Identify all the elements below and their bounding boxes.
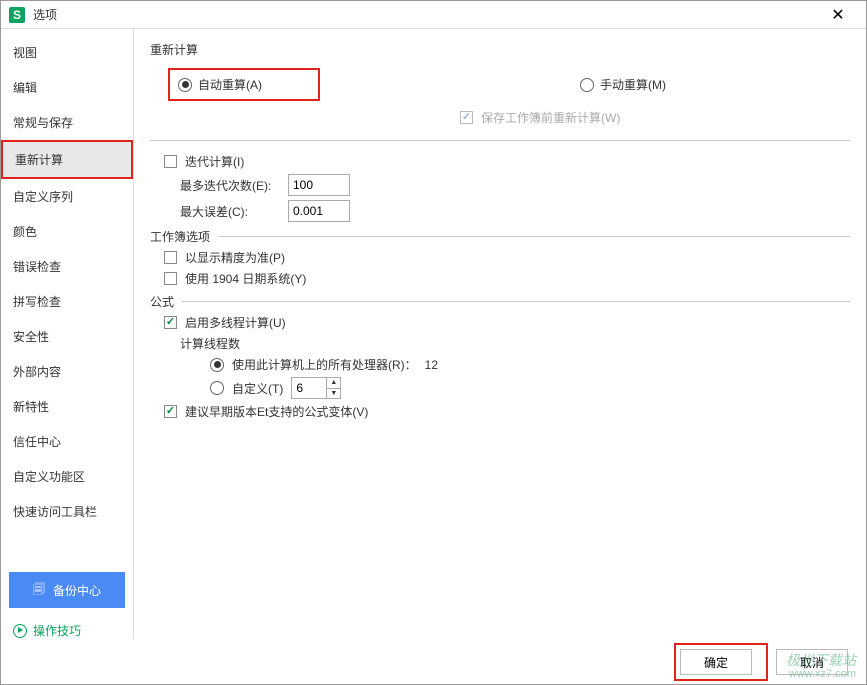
cancel-button[interactable]: 取消: [776, 649, 848, 675]
custom-threads-radio[interactable]: [210, 381, 224, 395]
compat-label: 建议早期版本Et支持的公式变体(V): [185, 403, 368, 420]
sidebar-item-external[interactable]: 外部内容: [1, 354, 133, 389]
tips-link[interactable]: 操作技巧: [13, 622, 121, 639]
manual-recalc-radio[interactable]: [580, 78, 594, 92]
sidebar-item-custom-list[interactable]: 自定义序列: [1, 179, 133, 214]
backup-icon: 🗐: [33, 580, 45, 601]
date1904-label: 使用 1904 日期系统(Y): [185, 270, 306, 287]
multithread-checkbox[interactable]: [164, 316, 177, 329]
precision-checkbox[interactable]: [164, 251, 177, 264]
sidebar: 视图 编辑 常规与保存 重新计算 自定义序列 颜色 错误检查 拼写检查 安全性 …: [1, 29, 134, 639]
proc-count: 12: [425, 358, 438, 372]
spin-up-icon[interactable]: ▲: [327, 378, 340, 389]
tips-label: 操作技巧: [33, 622, 81, 639]
sidebar-item-quick-access[interactable]: 快速访问工具栏: [1, 494, 133, 529]
sidebar-item-color[interactable]: 颜色: [1, 214, 133, 249]
spin-down-icon[interactable]: ▼: [327, 389, 340, 399]
window-title: 选项: [33, 6, 818, 23]
save-recalc-checkbox: [460, 111, 473, 124]
custom-threads-input[interactable]: [292, 378, 326, 398]
sidebar-item-new-features[interactable]: 新特性: [1, 389, 133, 424]
save-recalc-label: 保存工作簿前重新计算(W): [481, 109, 620, 126]
sidebar-item-view[interactable]: 视图: [1, 35, 133, 70]
max-iter-input[interactable]: [288, 174, 350, 196]
sidebar-item-spell-check[interactable]: 拼写检查: [1, 284, 133, 319]
workbook-legend: 工作簿选项: [150, 228, 218, 245]
content-panel: 重新计算 自动重算(A) 手动重算(M) 保存工作簿前重新计算(W) 迭代计算(…: [134, 29, 866, 639]
app-icon: S: [9, 7, 25, 23]
sidebar-item-custom-ribbon[interactable]: 自定义功能区: [1, 459, 133, 494]
sidebar-item-recalc[interactable]: 重新计算: [1, 140, 133, 179]
custom-threads-label: 自定义(T): [232, 380, 283, 397]
sidebar-item-trust-center[interactable]: 信任中心: [1, 424, 133, 459]
all-proc-label: 使用此计算机上的所有处理器(R)：: [232, 356, 417, 373]
iter-label: 迭代计算(I): [185, 153, 244, 170]
auto-recalc-radio[interactable]: [178, 78, 192, 92]
sidebar-item-edit[interactable]: 编辑: [1, 70, 133, 105]
backup-center-button[interactable]: 🗐 备份中心: [9, 572, 125, 608]
sidebar-item-general-save[interactable]: 常规与保存: [1, 105, 133, 140]
date1904-checkbox[interactable]: [164, 272, 177, 285]
max-err-label: 最大误差(C):: [180, 203, 280, 220]
precision-label: 以显示精度为准(P): [185, 249, 285, 266]
sidebar-item-security[interactable]: 安全性: [1, 319, 133, 354]
multithread-label: 启用多线程计算(U): [185, 314, 286, 331]
close-button[interactable]: ✕: [818, 1, 858, 29]
custom-threads-stepper[interactable]: ▲▼: [291, 377, 341, 399]
recalc-section-title: 重新计算: [150, 41, 850, 58]
all-proc-radio[interactable]: [210, 358, 224, 372]
play-icon: [13, 624, 27, 638]
max-err-input[interactable]: [288, 200, 350, 222]
backup-label: 备份中心: [53, 582, 101, 599]
auto-recalc-label: 自动重算(A): [198, 76, 262, 93]
sidebar-item-error-check[interactable]: 错误检查: [1, 249, 133, 284]
max-iter-label: 最多迭代次数(E):: [180, 177, 280, 194]
ok-button[interactable]: 确定: [680, 649, 752, 675]
threads-label: 计算线程数: [180, 335, 240, 352]
formula-legend: 公式: [150, 293, 182, 310]
manual-recalc-label: 手动重算(M): [600, 76, 666, 93]
iter-checkbox[interactable]: [164, 155, 177, 168]
compat-checkbox[interactable]: [164, 405, 177, 418]
